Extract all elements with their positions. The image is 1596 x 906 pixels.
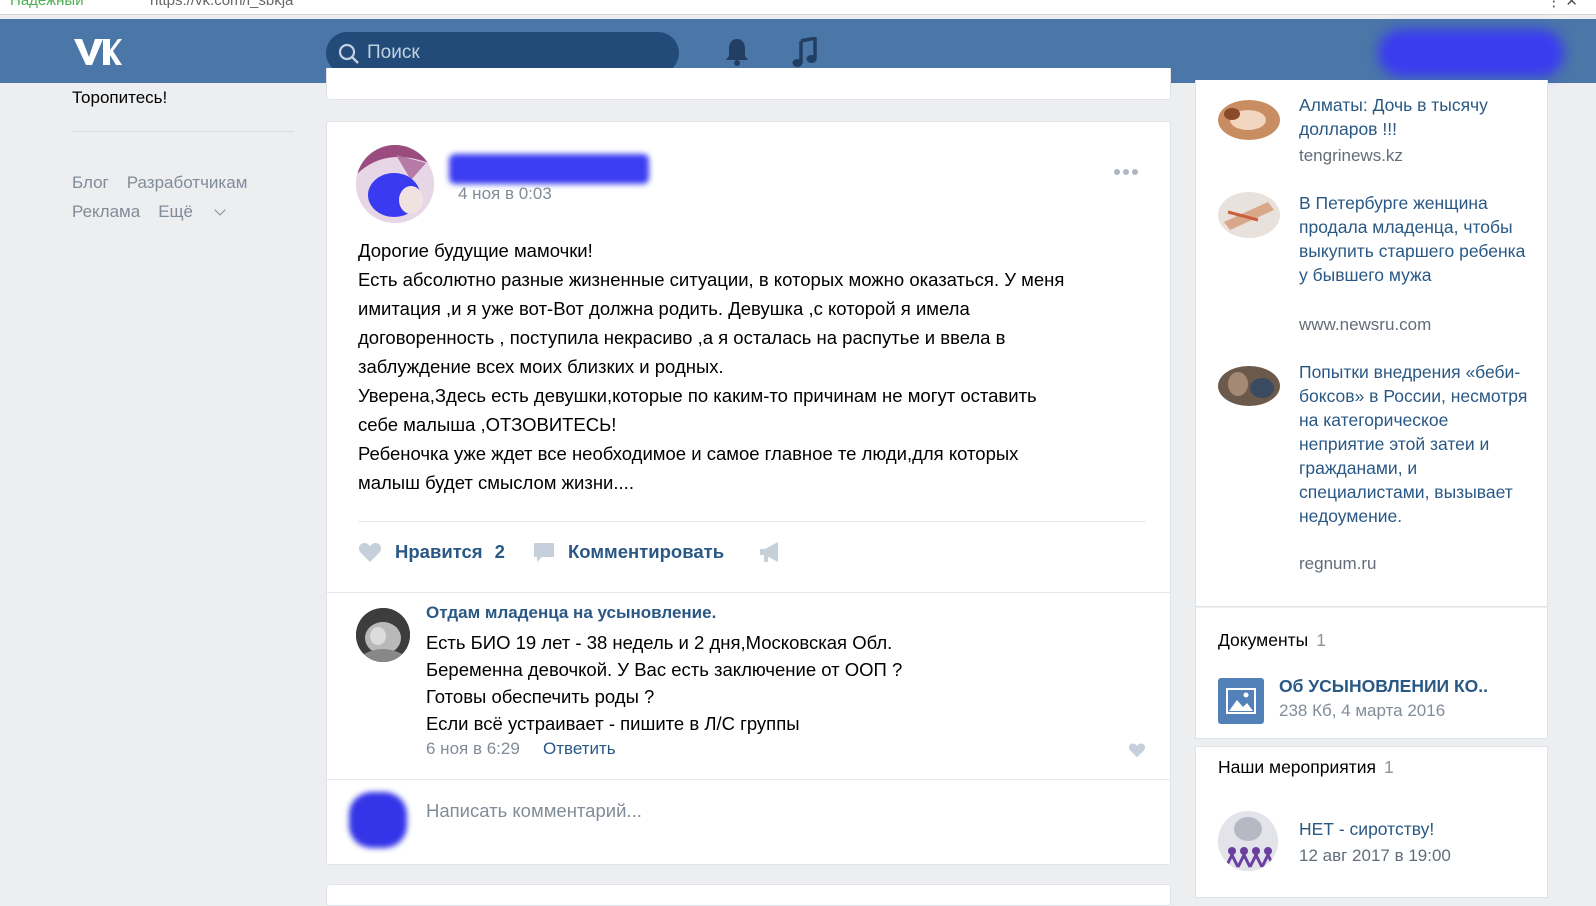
comment-button[interactable]: Комментировать — [533, 541, 724, 563]
left-divider — [72, 131, 294, 132]
vk-logo[interactable] — [72, 35, 122, 67]
user-menu-redacted[interactable] — [1378, 29, 1564, 77]
comment-author-avatar[interactable] — [356, 608, 410, 662]
search-placeholder: Поиск — [367, 42, 420, 63]
post-line: малыш будет смыслом жизни.... — [358, 472, 634, 493]
post-line: договоренность , поступила некрасиво ,а … — [358, 327, 1006, 348]
post-line: себе малыша ,ОТЗОВИТЕСЬ! — [358, 414, 617, 435]
event-date: 12 авг 2017 в 19:00 — [1299, 846, 1451, 865]
browser-bar: Надежный https://vk.com/l_sbkja ⋮ ✕ — [0, 0, 1596, 15]
news-title[interactable]: В Петербурге женщина продала младенца, ч… — [1299, 191, 1529, 287]
comment-like-icon[interactable] — [1128, 742, 1146, 758]
news-source[interactable]: tengrinews.kz — [1299, 146, 1403, 166]
search-icon — [338, 43, 359, 64]
comment-text: Есть БИО 19 лет - 38 недель и 2 дня,Моск… — [426, 629, 902, 737]
comment-label: Комментировать — [568, 541, 725, 562]
footer-link-more[interactable]: Ещё — [158, 202, 226, 221]
post-line: Дорогие будущие мамочки! — [358, 240, 593, 261]
post-text: Дорогие будущие мамочки! Есть абсолютно … — [358, 236, 1148, 497]
comment-line: Беременна девочкой. У Вас есть заключени… — [426, 659, 903, 680]
events-widget: Наши мероприятия 1 НЕТ - сиротству! 12 ав… — [1195, 746, 1548, 898]
comment-author[interactable]: Отдам младенца на усыновление. — [426, 603, 716, 623]
like-button[interactable]: Нравится 2 — [358, 541, 505, 563]
image-file-icon[interactable] — [1218, 678, 1264, 724]
post-line: заблуждение всех моих близких и родных. — [358, 356, 724, 377]
share-button[interactable] — [758, 541, 795, 563]
footer-link-developers[interactable]: Разработчикам — [127, 173, 248, 192]
like-count: 2 — [494, 541, 505, 562]
documents-title[interactable]: Документы 1 — [1218, 630, 1326, 651]
like-label: Нравится — [395, 541, 483, 562]
footer-link-ads[interactable]: Реклама — [72, 202, 140, 221]
comment-date[interactable]: 6 ноя в 6:29 — [426, 739, 520, 759]
window-controls[interactable]: ⋮ ✕ — [1546, 0, 1578, 10]
events-title[interactable]: Наши мероприятия 1 — [1218, 757, 1394, 778]
address-bar[interactable]: https://vk.com/l_sbkja — [150, 0, 293, 9]
document-meta: 238 Кб, 4 марта 2016 — [1279, 701, 1446, 720]
megaphone-icon — [760, 542, 778, 562]
write-comment-input[interactable]: Написать комментарий... — [426, 800, 642, 822]
music-note-icon[interactable] — [791, 37, 819, 69]
news-title[interactable]: Попытки внедрения «беби-боксов» в России… — [1299, 360, 1529, 528]
chevron-down-icon — [214, 204, 226, 216]
my-avatar-redacted — [349, 792, 407, 848]
post-line: Уверена,Здесь есть девушки,которые по ка… — [358, 385, 1037, 406]
author-avatar[interactable] — [356, 145, 434, 223]
divider — [358, 521, 1146, 522]
document-name[interactable]: Об УСЫНОВЛЕНИИ КО.. — [1279, 676, 1488, 697]
news-thumbnail[interactable] — [1218, 192, 1280, 238]
wall-post: 4 ноя в 0:03 Дорогие будущие мамочки! Ес… — [326, 121, 1171, 865]
comment-line: Если всё устраивает - пишите в Л/С групп… — [426, 713, 800, 734]
post-line: Есть абсолютно разные жизненные ситуации… — [358, 269, 1065, 290]
more-options-icon[interactable] — [1114, 162, 1146, 175]
event-name[interactable]: НЕТ - сиротству! — [1299, 819, 1434, 840]
comment-line: Готовы обеспечить роды ? — [426, 686, 655, 707]
documents-count: 1 — [1316, 630, 1326, 650]
bell-icon[interactable] — [723, 37, 751, 67]
browser-crumb[interactable]: Надежный — [10, 0, 84, 9]
news-thumbnail[interactable] — [1218, 366, 1280, 406]
documents-widget: Документы 1 Об УСЫНОВЛЕНИИ КО.. 238 Кб, 4… — [1195, 608, 1548, 739]
heart-icon — [358, 543, 382, 562]
post-line: имитация ,и я уже вот-Вот должна родить.… — [358, 298, 970, 319]
footer-links: Блог Разработчикам Реклама Ещё — [72, 168, 302, 226]
news-title[interactable]: Алматы: Дочь в тысячу долларов !!! — [1299, 93, 1529, 141]
author-name-redacted[interactable] — [449, 154, 649, 184]
post-date[interactable]: 4 ноя в 0:03 — [458, 184, 552, 204]
reply-button[interactable]: Ответить — [543, 739, 616, 759]
divider — [327, 779, 1170, 780]
events-count: 1 — [1384, 757, 1394, 777]
left-promo-text: Торопитесь! — [72, 88, 168, 107]
divider — [327, 592, 1170, 593]
news-source[interactable]: regnum.ru — [1299, 554, 1376, 574]
news-thumbnail[interactable] — [1218, 100, 1280, 140]
news-source[interactable]: www.newsru.com — [1299, 315, 1431, 335]
comment-icon — [534, 543, 554, 562]
next-card — [326, 884, 1171, 906]
comment-line: Есть БИО 19 лет - 38 недель и 2 дня,Моск… — [426, 632, 893, 653]
news-widget: Алматы: Дочь в тысячу долларов !!! tengr… — [1195, 80, 1548, 607]
event-avatar[interactable] — [1218, 811, 1278, 871]
footer-link-blog[interactable]: Блог — [72, 173, 109, 192]
post-line: Ребеночка уже ждет все необходимое и сам… — [358, 443, 1019, 464]
previous-card — [326, 68, 1171, 100]
